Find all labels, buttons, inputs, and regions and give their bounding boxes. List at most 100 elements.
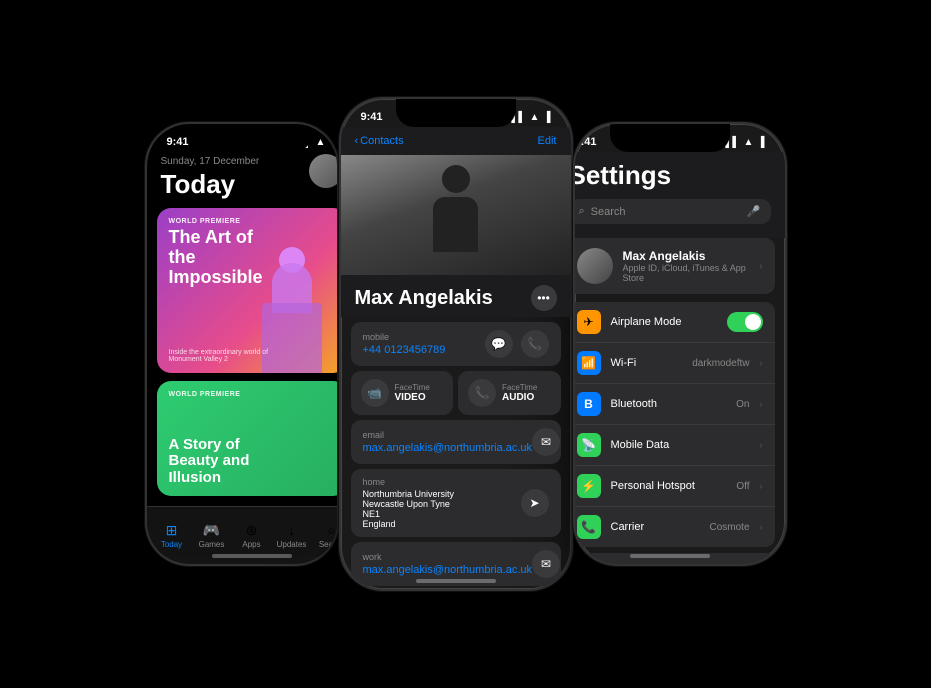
home-label: home bbox=[363, 477, 455, 487]
settings-row-carrier[interactable]: 📞 Carrier Cosmote › bbox=[573, 507, 775, 547]
notch bbox=[192, 124, 312, 152]
contact-silhouette bbox=[426, 165, 486, 265]
home-indicator-1 bbox=[212, 554, 292, 558]
phone-settings: 9:41 ▌▌▌ ▲ ▐ Settings ⌕ Search 🎤 Max Ang… bbox=[573, 122, 787, 566]
contacts-nav: ‹ Contacts Edit bbox=[341, 127, 571, 155]
edit-button[interactable]: Edit bbox=[538, 135, 557, 147]
carrier-icon: 📞 bbox=[577, 515, 601, 539]
work-email-button[interactable]: ✉ bbox=[532, 550, 560, 578]
wifi-label: Wi-Fi bbox=[611, 357, 683, 369]
featured-card-1[interactable]: WORLD PREMIERE The Art of the Impossible… bbox=[157, 208, 339, 373]
mobile-data-chevron-icon: › bbox=[760, 440, 763, 450]
settings-header: Settings ⌕ Search 🎤 bbox=[573, 152, 785, 238]
card1-badge: WORLD PREMIERE bbox=[169, 218, 241, 225]
tab-games[interactable]: 🎮 Games bbox=[192, 522, 232, 549]
avatar-image bbox=[577, 248, 613, 284]
time-3: 9:41 bbox=[575, 136, 597, 148]
bluetooth-value: On bbox=[736, 399, 749, 410]
time-1: 9:41 bbox=[167, 136, 189, 148]
carrier-label: Carrier bbox=[611, 521, 700, 533]
contact-hero-image bbox=[341, 155, 571, 275]
card2-badge: WORLD PREMIERE bbox=[169, 391, 241, 398]
apps-icon: ⊛ bbox=[242, 522, 262, 538]
mobile-label: mobile bbox=[363, 332, 446, 342]
wifi-icon-3: ▲ bbox=[744, 137, 754, 148]
back-button[interactable]: ‹ Contacts bbox=[355, 135, 404, 147]
mobile-data-label: Mobile Data bbox=[611, 439, 750, 451]
apple-id-banner[interactable]: Max Angelakis Apple ID, iCloud, iTunes &… bbox=[573, 238, 775, 294]
more-button[interactable]: ••• bbox=[531, 285, 557, 311]
phone-button[interactable]: 📞 bbox=[521, 330, 549, 358]
back-label: Contacts bbox=[360, 135, 403, 147]
notifications-icon: 🔔 bbox=[577, 561, 601, 564]
home-indicator-3 bbox=[630, 554, 710, 558]
tab-bar: ⊞ Today 🎮 Games ⊛ Apps ↓ Updates ⌕ Se bbox=[147, 506, 339, 556]
tab-apps[interactable]: ⊛ Apps bbox=[232, 522, 272, 549]
email-row: email max.angelakis@northumbria.ac.uk ✉ bbox=[351, 420, 561, 464]
notch-3 bbox=[610, 124, 730, 152]
settings-row-airplane[interactable]: ✈ Airplane Mode bbox=[573, 302, 775, 343]
carrier-chevron-icon: › bbox=[760, 522, 763, 532]
updates-icon: ↓ bbox=[282, 522, 302, 538]
facetime-audio-label: FaceTime bbox=[502, 383, 537, 392]
card1-subtitle: Inside the extraordinary world of Monume… bbox=[169, 349, 269, 363]
bluetooth-icon: B bbox=[577, 392, 601, 416]
settings-row-hotspot[interactable]: ⚡ Personal Hotspot Off › bbox=[573, 466, 775, 507]
settings-row-bluetooth[interactable]: B Bluetooth On › bbox=[573, 384, 775, 425]
battery-icon-2: ▐ bbox=[543, 112, 550, 123]
tab-today-label: Today bbox=[161, 540, 182, 549]
home-value: Northumbria University Newcastle Upon Ty… bbox=[363, 489, 455, 529]
settings-group-connectivity: ✈ Airplane Mode 📶 Wi-Fi darkmodeftw › B … bbox=[573, 302, 775, 547]
tab-today[interactable]: ⊞ Today bbox=[152, 522, 192, 549]
mobile-section: mobile +44 0123456789 💬 📞 bbox=[351, 322, 561, 366]
facetime-audio-button[interactable]: 📞 FaceTime AUDIO bbox=[458, 371, 561, 415]
tab-search[interactable]: ⌕ Search bbox=[312, 522, 339, 549]
airplane-mode-toggle[interactable] bbox=[727, 312, 763, 332]
contact-name: Max Angelakis bbox=[355, 287, 493, 310]
phone-appstore: 9:41 ▌▌▌ ▲ ▐ Sunday, 17 December Today W… bbox=[145, 122, 339, 566]
maps-button[interactable]: ➤ bbox=[521, 489, 549, 517]
email-label: email bbox=[363, 430, 533, 440]
tab-games-label: Games bbox=[199, 540, 225, 549]
featured-card-2[interactable]: WORLD PREMIERE A Story of Beauty and Ill… bbox=[157, 381, 339, 496]
home-section: home Northumbria University Newcastle Up… bbox=[351, 469, 561, 537]
search-icon: ⌕ bbox=[579, 205, 585, 218]
search-bar[interactable]: ⌕ Search 🎤 bbox=[573, 199, 771, 224]
audio-icon: 📞 bbox=[468, 379, 496, 407]
wifi-settings-icon: 📶 bbox=[577, 351, 601, 375]
tab-updates[interactable]: ↓ Updates bbox=[272, 522, 312, 549]
today-icon: ⊞ bbox=[162, 522, 182, 538]
search-tab-icon: ⌕ bbox=[322, 522, 339, 538]
appstore-content: Sunday, 17 December Today WORLD PREMIERE… bbox=[147, 152, 339, 556]
search-placeholder: Search bbox=[591, 206, 741, 218]
contact-photo bbox=[341, 155, 571, 275]
settings-row-mobile-data[interactable]: 📡 Mobile Data › bbox=[573, 425, 775, 466]
battery-icon: ▐ bbox=[329, 137, 336, 148]
mobile-row: mobile +44 0123456789 💬 📞 bbox=[351, 322, 561, 366]
head-shape bbox=[442, 165, 470, 193]
bluetooth-label: Bluetooth bbox=[611, 398, 727, 410]
wifi-value: darkmodeftw bbox=[692, 358, 749, 369]
video-icon: 📹 bbox=[361, 379, 389, 407]
contact-name-row: Max Angelakis ••• bbox=[341, 275, 571, 317]
mobile-value: +44 0123456789 bbox=[363, 344, 446, 356]
wifi-icon: ▲ bbox=[316, 137, 326, 148]
card2-title: A Story of Beauty and Illusion bbox=[169, 437, 259, 487]
settings-row-wifi[interactable]: 📶 Wi-Fi darkmodeftw › bbox=[573, 343, 775, 384]
games-icon: 🎮 bbox=[202, 522, 222, 538]
tab-updates-label: Updates bbox=[277, 540, 307, 549]
notch-2 bbox=[396, 99, 516, 127]
chevron-left-icon: ‹ bbox=[355, 135, 359, 147]
facetime-row: 📹 FaceTime VIDEO 📞 FaceTime AUDIO bbox=[351, 371, 561, 415]
mobile-data-icon: 📡 bbox=[577, 433, 601, 457]
hotspot-value: Off bbox=[736, 481, 749, 492]
email-button[interactable]: ✉ bbox=[532, 428, 560, 456]
email-value: max.angelakis@northumbria.ac.uk bbox=[363, 442, 533, 454]
wifi-icon-2: ▲ bbox=[530, 112, 540, 123]
chevron-right-icon: › bbox=[759, 261, 762, 272]
facetime-video-button[interactable]: 📹 FaceTime VIDEO bbox=[351, 371, 454, 415]
apple-id-subtitle: Apple ID, iCloud, iTunes & App Store bbox=[623, 263, 750, 283]
airplane-mode-icon: ✈ bbox=[577, 310, 601, 334]
carrier-value: Cosmote bbox=[709, 522, 749, 533]
message-button[interactable]: 💬 bbox=[485, 330, 513, 358]
